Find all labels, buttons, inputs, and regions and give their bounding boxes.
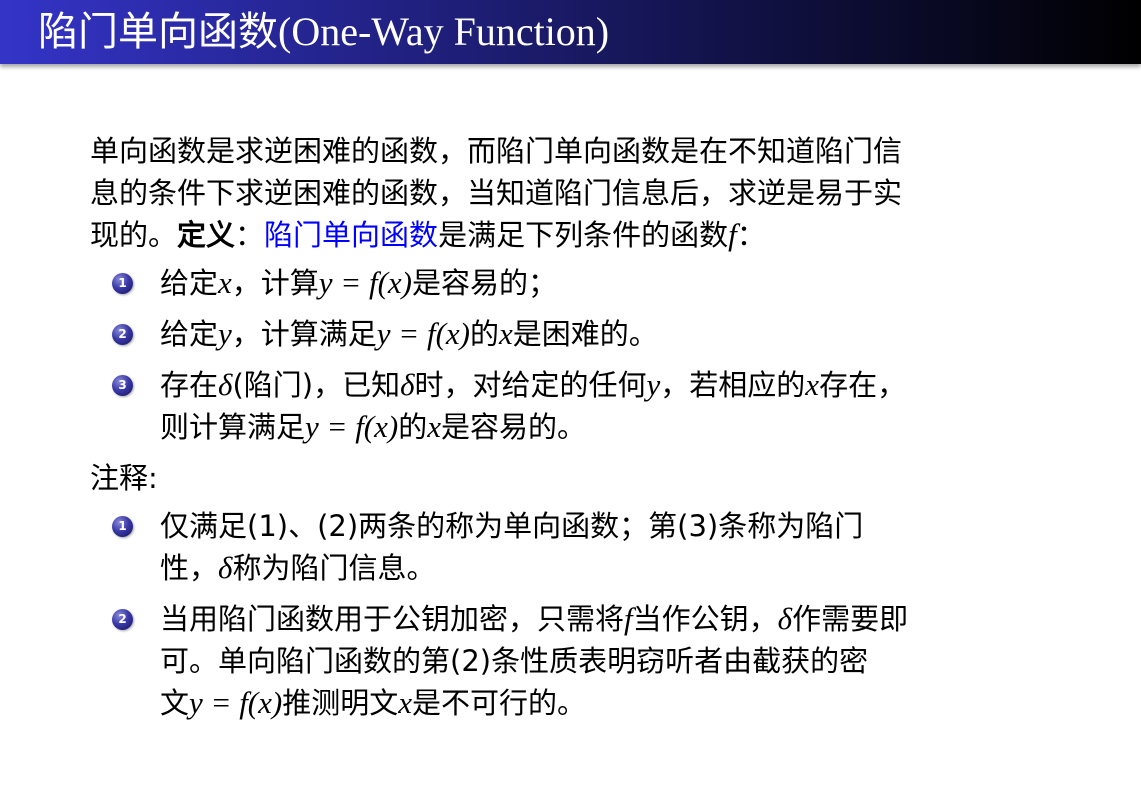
notes-list: 1 仅满足(1)、(2)两条的称为单向函数；第(3)条称为陷门 性，δ称为陷门信息… xyxy=(90,505,1090,724)
numbered-bullet-icon: 1 xyxy=(112,516,133,537)
math-f: f xyxy=(624,601,633,636)
condition-item-1: 1 给定x，计算y = f(x)是容易的； xyxy=(90,262,1090,304)
note-item-2: 2 当用陷门函数用于公钥加密，只需将f当作公钥，δ作需要即可。单向陷门函数的第(… xyxy=(90,598,1090,724)
text: 文 xyxy=(160,686,190,720)
colon: ： xyxy=(235,218,265,252)
text: 是容易的； xyxy=(412,266,558,300)
condition-item-3: 3 存在δ(陷门)，已知δ时，对给定的任何y，若相应的x存在， 则计算满足y = … xyxy=(90,364,1090,448)
definition-label: 定义 xyxy=(177,218,236,252)
text: 存在， xyxy=(819,368,907,402)
text: ，若相应的 xyxy=(660,368,806,402)
notes-title: 注释: xyxy=(90,461,158,495)
condition-item-2: 2 给定y，计算满足y = f(x)的x是困难的。 xyxy=(90,313,1090,355)
text: 是容易的。 xyxy=(441,410,587,444)
numbered-bullet-icon: 2 xyxy=(112,609,133,630)
text: 是不可行的。 xyxy=(412,686,587,720)
intro-text: 是满足下列条件的函数 xyxy=(438,218,729,252)
colon: ： xyxy=(736,218,766,252)
text: 的 xyxy=(398,410,428,444)
math-formula: y = f(x) xyxy=(376,316,470,351)
math-delta: δ xyxy=(777,601,793,636)
text: 推测明文 xyxy=(282,686,399,720)
math-f: f xyxy=(728,217,737,252)
numbered-bullet-icon: 3 xyxy=(112,375,133,396)
math-x: x xyxy=(499,316,513,351)
text: 是困难的。 xyxy=(512,317,658,351)
intro-line-2: 息的条件下求逆困难的函数，当知道陷门信息后，求逆是易于实 xyxy=(90,176,903,210)
math-x: x xyxy=(427,409,441,444)
text: 给定 xyxy=(160,266,219,300)
intro-text: 现的。 xyxy=(90,218,178,252)
text: 给定 xyxy=(160,317,219,351)
math-delta: δ xyxy=(218,367,233,402)
text: 当作公钥， xyxy=(632,602,778,636)
text: 的 xyxy=(470,317,500,351)
math-delta: δ xyxy=(400,367,415,402)
math-formula: y = f(x) xyxy=(189,685,283,720)
math-y: y xyxy=(646,367,661,402)
math-formula: y = f(x) xyxy=(305,409,399,444)
defined-term: 陷门单向函数 xyxy=(264,218,439,252)
text: 时，对给定的任何 xyxy=(414,368,647,402)
note-item-1: 1 仅满足(1)、(2)两条的称为单向函数；第(3)条称为陷门 性，δ称为陷门信息… xyxy=(90,505,1090,589)
text: ，计算满足 xyxy=(231,317,377,351)
math-y: y xyxy=(218,316,232,351)
slide-body: 单向函数是求逆困难的函数，而陷门单向函数是在不知道陷门信 息的条件下求逆困难的函… xyxy=(90,130,1090,733)
slide-title: 陷门单向函数(One-Way Function) xyxy=(38,9,610,54)
text: 则计算满足 xyxy=(160,410,306,444)
conditions-list: 1 给定x，计算y = f(x)是容易的； 2 给定y，计算满足y = f(x)… xyxy=(90,262,1090,448)
text: 存在 xyxy=(160,368,219,402)
math-formula: y = f(x) xyxy=(318,265,412,300)
math-x: x xyxy=(805,367,820,402)
math-x: x xyxy=(218,265,232,300)
text: (陷门)，已知 xyxy=(232,368,401,402)
math-x: x xyxy=(398,685,412,720)
text: 可。单向陷门函数的第(2)条性质表明窃听者由截获的密 xyxy=(160,644,869,678)
text: 仅满足(1)、(2)两条的称为单向函数；第(3)条称为陷门 xyxy=(160,509,864,543)
numbered-bullet-icon: 2 xyxy=(112,324,133,345)
text: 当用陷门函数用于公钥加密，只需将 xyxy=(160,602,625,636)
text: 性， xyxy=(160,551,219,585)
slide-header: 陷门单向函数(One-Way Function) xyxy=(0,0,1141,64)
text: ，计算 xyxy=(231,266,319,300)
intro-line-1: 单向函数是求逆困难的函数，而陷门单向函数是在不知道陷门信 xyxy=(90,134,903,168)
text: 称为陷门信息。 xyxy=(232,551,436,585)
numbered-bullet-icon: 1 xyxy=(112,273,133,294)
math-delta: δ xyxy=(218,550,233,585)
intro-line-3: 现的。定义：陷门单向函数是满足下列条件的函数f： xyxy=(90,214,1090,256)
text: 作需要即 xyxy=(792,602,909,636)
